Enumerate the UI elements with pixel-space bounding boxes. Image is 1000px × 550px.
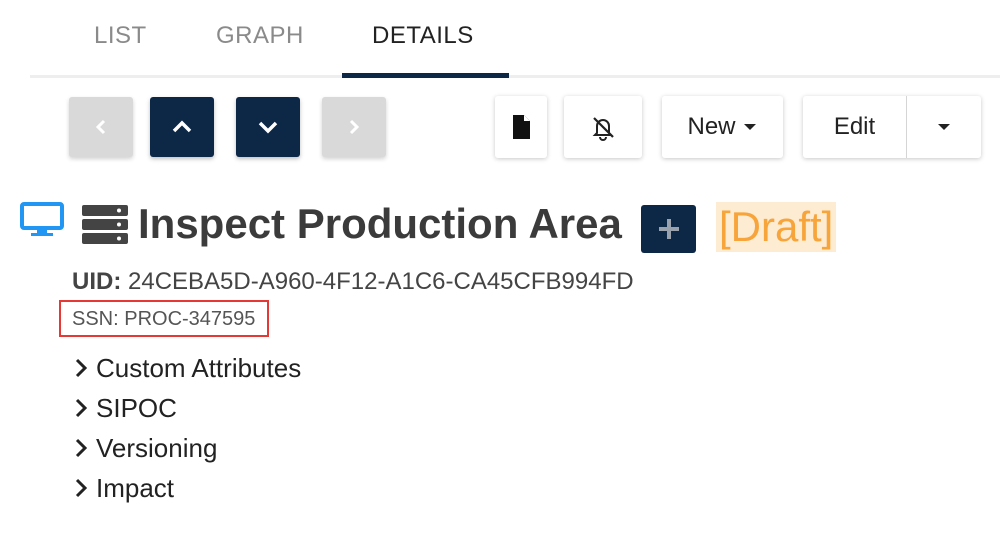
notifications-off-icon — [592, 117, 614, 141]
tab-list[interactable]: LIST — [94, 22, 147, 50]
page-title: Inspect Production Area — [138, 200, 622, 247]
add-button[interactable] — [641, 205, 696, 253]
chevron-right-icon — [72, 396, 90, 420]
chevron-right-icon — [349, 119, 360, 135]
section-versioning[interactable]: Versioning — [72, 431, 217, 465]
section-sipoc[interactable]: SIPOC — [72, 391, 177, 425]
chevron-right-icon — [72, 356, 90, 380]
edit-options-button[interactable] — [907, 96, 981, 158]
uid-line: UID: 24CEBA5D-A960-4F12-A1C6-CA45CFB994F… — [72, 268, 634, 296]
section-label: Impact — [96, 472, 175, 503]
move-down-button[interactable] — [236, 97, 300, 157]
document-icon — [513, 115, 530, 139]
plus-icon — [658, 219, 679, 239]
edit-button[interactable]: Edit — [803, 96, 906, 158]
section-label: SIPOC — [96, 392, 177, 423]
move-up-button[interactable] — [150, 97, 214, 157]
chevron-up-icon — [172, 120, 192, 133]
previous-button[interactable] — [69, 97, 133, 157]
new-dropdown-button[interactable]: New — [662, 96, 783, 158]
edit-button-label: Edit — [833, 113, 876, 140]
tab-bar: LIST GRAPH DETAILS — [30, 0, 1000, 78]
notifications-toggle-button[interactable] — [564, 96, 642, 158]
monitor-icon — [20, 202, 64, 236]
chevron-left-icon — [95, 119, 106, 135]
tab-details[interactable]: DETAILS — [372, 22, 474, 50]
tab-graph[interactable]: GRAPH — [216, 22, 304, 50]
new-button-label: New — [687, 113, 736, 140]
status-badge: [Draft] — [716, 202, 837, 252]
section-label: Versioning — [96, 432, 218, 463]
uid-label: UID: — [72, 268, 122, 295]
active-tab-indicator — [342, 73, 509, 78]
section-custom-attributes[interactable]: Custom Attributes — [72, 351, 301, 385]
section-impact[interactable]: Impact — [72, 471, 174, 505]
ssn-value: SSN: PROC-347595 — [72, 308, 256, 330]
chevron-right-icon — [72, 436, 90, 460]
chevron-right-icon — [72, 476, 90, 500]
document-button[interactable] — [495, 96, 547, 158]
caret-down-icon — [938, 124, 950, 130]
section-label: Custom Attributes — [96, 352, 302, 383]
caret-down-icon — [743, 124, 756, 130]
server-icon — [82, 205, 128, 244]
next-button[interactable] — [322, 97, 386, 157]
uid-value: 24CEBA5D-A960-4F12-A1C6-CA45CFB994FD — [128, 268, 634, 295]
chevron-down-icon — [258, 121, 278, 134]
